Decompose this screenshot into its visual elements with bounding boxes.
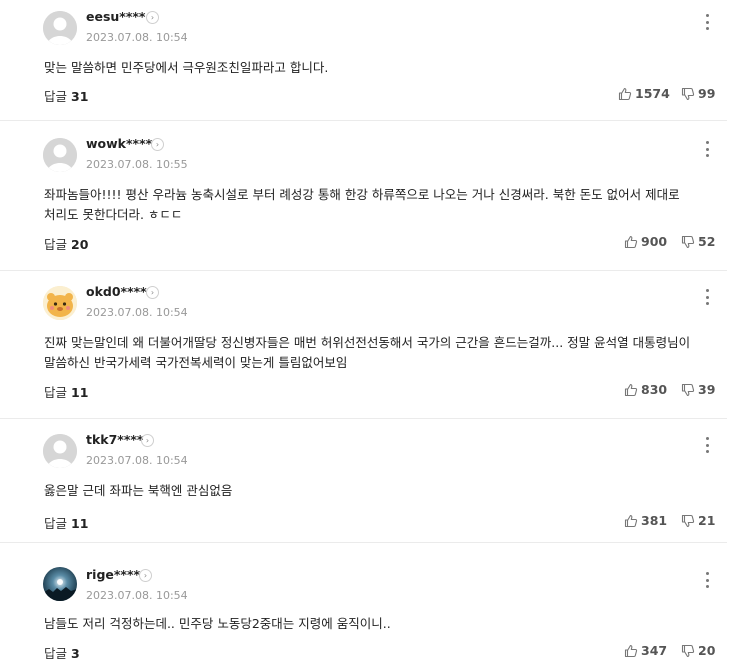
thumbs-up-icon bbox=[624, 235, 638, 248]
comment-date: 2023.07.08. 10:54 bbox=[86, 589, 188, 602]
chevron-right-icon[interactable]: › bbox=[151, 138, 164, 151]
chevron-right-icon[interactable]: › bbox=[146, 286, 159, 299]
avatar[interactable] bbox=[43, 434, 77, 468]
thumbs-up-icon bbox=[624, 514, 638, 527]
chevron-right-icon[interactable]: › bbox=[146, 11, 159, 24]
avatar[interactable] bbox=[43, 286, 77, 320]
kebab-menu-icon[interactable] bbox=[699, 139, 715, 159]
reply-count: 20 bbox=[71, 237, 89, 252]
dislike-count: 20 bbox=[698, 643, 716, 658]
dislike-button[interactable]: 52 bbox=[681, 234, 715, 249]
kebab-menu-icon[interactable] bbox=[699, 435, 715, 455]
comment-item: okd0**** › 2023.07.08. 10:54 진짜 맞는말인데 왜 … bbox=[0, 275, 727, 419]
chevron-right-icon[interactable]: › bbox=[139, 569, 152, 582]
nickname[interactable]: rige**** bbox=[86, 567, 140, 582]
thumbs-down-icon bbox=[681, 235, 695, 248]
kebab-menu-icon[interactable] bbox=[699, 570, 715, 590]
thumbs-up-icon bbox=[624, 383, 638, 396]
comment-date: 2023.07.08. 10:55 bbox=[86, 158, 188, 171]
reply-count: 3 bbox=[71, 646, 80, 661]
like-count: 900 bbox=[641, 234, 668, 249]
like-button[interactable]: 381 bbox=[624, 513, 667, 528]
reply-count: 11 bbox=[71, 516, 89, 531]
like-count: 1574 bbox=[635, 86, 670, 101]
dislike-count: 99 bbox=[698, 86, 716, 101]
reply-label: 답글 bbox=[44, 516, 68, 531]
nickname[interactable]: eesu**** bbox=[86, 9, 145, 24]
thumbs-up-icon bbox=[618, 87, 632, 100]
default-avatar-icon bbox=[43, 138, 77, 172]
nickname[interactable]: wowk**** bbox=[86, 136, 152, 151]
comment-item: wowk**** › 2023.07.08. 10:55 좌파놈들아!!!! 평… bbox=[0, 127, 727, 271]
like-button[interactable]: 900 bbox=[624, 234, 667, 249]
comment-item: rige**** › 2023.07.08. 10:54 남들도 저리 걱정하는… bbox=[0, 555, 727, 671]
chevron-right-icon[interactable]: › bbox=[141, 434, 154, 447]
reply-button[interactable]: 답글 11 bbox=[44, 513, 88, 532]
default-avatar-icon bbox=[43, 434, 77, 468]
comment-text: 좌파놈들아!!!! 평산 우라늄 농축시설로 부터 례성강 통해 한강 하류쪽으… bbox=[44, 187, 680, 222]
photo-avatar-icon bbox=[43, 567, 77, 601]
reply-button[interactable]: 답글 20 bbox=[44, 234, 88, 253]
reply-count: 11 bbox=[71, 385, 89, 400]
comment-text: 진짜 맞는말인데 왜 더불어개딸당 정신병자들은 매번 허위선전선동해서 국가의… bbox=[44, 335, 691, 370]
character-avatar-icon bbox=[43, 286, 77, 320]
comment-date: 2023.07.08. 10:54 bbox=[86, 31, 188, 44]
reply-button[interactable]: 답글 3 bbox=[44, 643, 80, 662]
nickname[interactable]: okd0**** bbox=[86, 284, 147, 299]
thumbs-down-icon bbox=[681, 514, 695, 527]
comment-date: 2023.07.08. 10:54 bbox=[86, 306, 188, 319]
reply-label: 답글 bbox=[44, 89, 68, 104]
reply-label: 답글 bbox=[44, 237, 68, 252]
avatar[interactable] bbox=[43, 11, 77, 45]
dislike-button[interactable]: 20 bbox=[681, 643, 715, 658]
like-count: 381 bbox=[641, 513, 668, 528]
like-button[interactable]: 830 bbox=[624, 382, 667, 397]
comment-item: tkk7**** › 2023.07.08. 10:54 옳은말 근데 좌파는 … bbox=[0, 423, 727, 543]
reply-button[interactable]: 답글 11 bbox=[44, 382, 88, 401]
nickname[interactable]: tkk7**** bbox=[86, 432, 143, 447]
like-count: 347 bbox=[641, 643, 668, 658]
kebab-menu-icon[interactable] bbox=[699, 12, 715, 32]
thumbs-down-icon bbox=[681, 87, 695, 100]
dislike-count: 52 bbox=[698, 234, 716, 249]
comment-text: 맞는 말씀하면 민주당에서 극우원조친일파라고 합니다. bbox=[44, 60, 329, 75]
comment-text: 남들도 저리 걱정하는데.. 민주당 노동당2중대는 지령에 움직이니.. bbox=[44, 616, 391, 631]
avatar[interactable] bbox=[43, 567, 77, 601]
reply-label: 답글 bbox=[44, 385, 68, 400]
dislike-count: 21 bbox=[698, 513, 716, 528]
reply-count: 31 bbox=[71, 89, 89, 104]
reply-button[interactable]: 답글 31 bbox=[44, 86, 88, 105]
dislike-count: 39 bbox=[698, 382, 716, 397]
thumbs-up-icon bbox=[624, 644, 638, 657]
avatar[interactable] bbox=[43, 138, 77, 172]
like-button[interactable]: 347 bbox=[624, 643, 667, 658]
dislike-button[interactable]: 21 bbox=[681, 513, 715, 528]
dislike-button[interactable]: 99 bbox=[681, 86, 715, 101]
default-avatar-icon bbox=[43, 11, 77, 45]
like-count: 830 bbox=[641, 382, 668, 397]
thumbs-down-icon bbox=[681, 644, 695, 657]
dislike-button[interactable]: 39 bbox=[681, 382, 715, 397]
thumbs-down-icon bbox=[681, 383, 695, 396]
kebab-menu-icon[interactable] bbox=[699, 287, 715, 307]
reply-label: 답글 bbox=[44, 646, 68, 661]
comment-date: 2023.07.08. 10:54 bbox=[86, 454, 188, 467]
like-button[interactable]: 1574 bbox=[618, 86, 670, 101]
comment-item: eesu**** › 2023.07.08. 10:54 맞는 말씀하면 민주당… bbox=[0, 0, 727, 121]
comment-text: 옳은말 근데 좌파는 북핵엔 관심없음 bbox=[44, 483, 233, 498]
